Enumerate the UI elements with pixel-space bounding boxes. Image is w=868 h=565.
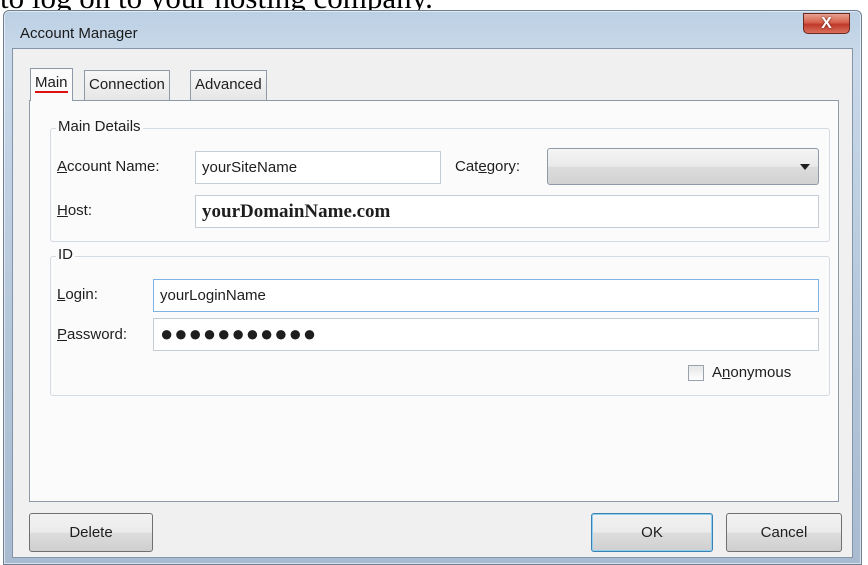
host-input[interactable]: yourDomainName.com [195, 195, 819, 228]
dialog-client-area: Main Connection Advanced Main Details Ac… [12, 48, 853, 558]
anonymous-label: Anonymous [712, 364, 792, 381]
main-details-legend: Main Details [56, 118, 143, 135]
category-label: Category: [455, 158, 521, 175]
tab-connection[interactable]: Connection [84, 70, 170, 100]
anonymous-checkbox[interactable] [688, 365, 704, 381]
window-title: Account Manager [20, 25, 138, 42]
close-icon: X [821, 15, 832, 32]
account-name-label: Account Name: [57, 158, 160, 175]
login-label: Login: [57, 286, 98, 303]
password-input[interactable]: ●●●●●●●●●●● [153, 318, 819, 351]
category-select[interactable] [547, 148, 819, 185]
host-label: Host: [57, 202, 93, 219]
tab-panel-main: Main Details Account Name: yourSiteName … [29, 100, 839, 502]
chevron-down-icon [800, 164, 810, 170]
password-label: Password: [57, 326, 128, 343]
close-button[interactable]: X [803, 13, 850, 34]
cancel-button[interactable]: Cancel [726, 513, 842, 552]
tab-advanced[interactable]: Advanced [190, 70, 267, 100]
tab-main[interactable]: Main [30, 68, 73, 101]
account-name-input[interactable]: yourSiteName [195, 151, 441, 184]
login-input[interactable]: yourLoginName [153, 279, 819, 312]
ok-button[interactable]: OK [591, 513, 713, 552]
account-manager-window: Account Manager X Main Connection Advanc… [3, 10, 862, 565]
tab-connection-label: Connection [89, 76, 165, 93]
id-legend: ID [56, 246, 75, 263]
delete-button[interactable]: Delete [29, 513, 153, 552]
tab-advanced-label: Advanced [195, 76, 262, 93]
tab-main-label: Main [35, 74, 68, 93]
